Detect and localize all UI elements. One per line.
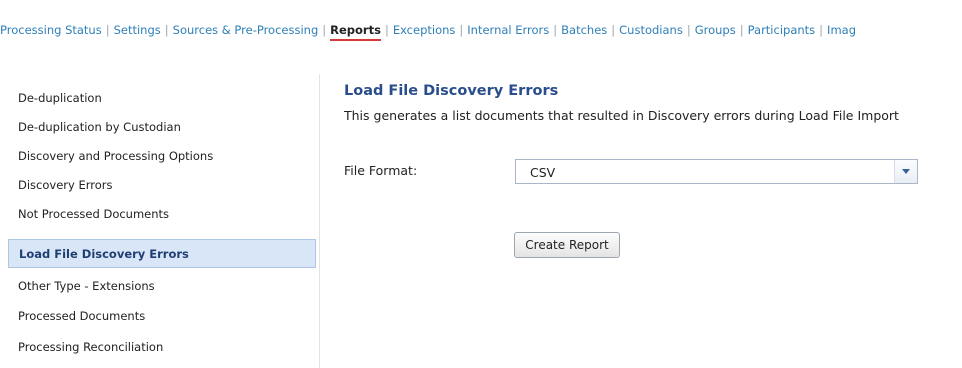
sidebar-item-de-duplication-by-custodian[interactable]: De-duplication by Custodian	[8, 113, 316, 142]
sidebar-item-not-processed-documents[interactable]: Not Processed Documents	[8, 200, 316, 229]
nav-separator: |	[553, 23, 558, 37]
tab-imag[interactable]: Imag	[827, 22, 856, 38]
nav-separator: |	[819, 23, 824, 37]
top-navigation-tabs: Processing Status | Settings | Sources & Pre…	[0, 22, 856, 41]
sidebar-item-processed-documents[interactable]: Processed Documents	[8, 302, 316, 331]
tab-exceptions[interactable]: Exceptions	[393, 22, 456, 38]
file-format-value: CSV	[530, 165, 556, 180]
create-report-button[interactable]: Create Report	[514, 232, 620, 258]
tab-sources-pre-processing[interactable]: Sources & Pre-Processing	[173, 22, 319, 38]
dropdown-arrow-button[interactable]	[894, 160, 917, 183]
tab-settings[interactable]: Settings	[114, 22, 161, 38]
page-title: Load File Discovery Errors	[344, 83, 559, 99]
sidebar-item-load-file-discovery-errors[interactable]: Load File Discovery Errors	[8, 239, 316, 268]
report-sidebar: De-duplication De-duplication by Custodia…	[8, 74, 320, 368]
tab-participants[interactable]: Participants	[748, 22, 816, 38]
tab-reports[interactable]: Reports	[330, 22, 381, 41]
sidebar-item-discovery-errors[interactable]: Discovery Errors	[8, 171, 316, 200]
chevron-down-icon	[902, 169, 910, 174]
nav-separator: |	[459, 23, 464, 37]
tab-processing-status[interactable]: Processing Status	[0, 22, 102, 38]
nav-separator: |	[384, 23, 389, 37]
tab-groups[interactable]: Groups	[695, 22, 736, 38]
top-navigation: Processing Status | Settings | Sources & Pre…	[0, 0, 962, 42]
file-format-label: File Format:	[344, 163, 418, 178]
nav-separator: |	[739, 23, 744, 37]
tab-batches[interactable]: Batches	[561, 22, 607, 38]
nav-separator: |	[164, 23, 169, 37]
tab-internal-errors[interactable]: Internal Errors	[467, 22, 549, 38]
nav-separator: |	[611, 23, 616, 37]
page-description: This generates a list documents that res…	[344, 108, 899, 123]
sidebar-item-processing-reconciliation[interactable]: Processing Reconciliation	[8, 333, 316, 362]
sidebar-item-discovery-and-processing-options[interactable]: Discovery and Processing Options	[8, 142, 316, 171]
file-format-select[interactable]: CSV	[515, 159, 918, 184]
nav-separator: |	[322, 23, 327, 37]
sidebar-item-de-duplication[interactable]: De-duplication	[8, 84, 316, 113]
nav-separator: |	[105, 23, 110, 37]
nav-separator: |	[686, 23, 691, 37]
tab-custodians[interactable]: Custodians	[619, 22, 683, 38]
sidebar-item-other-type-extensions[interactable]: Other Type - Extensions	[8, 272, 316, 301]
